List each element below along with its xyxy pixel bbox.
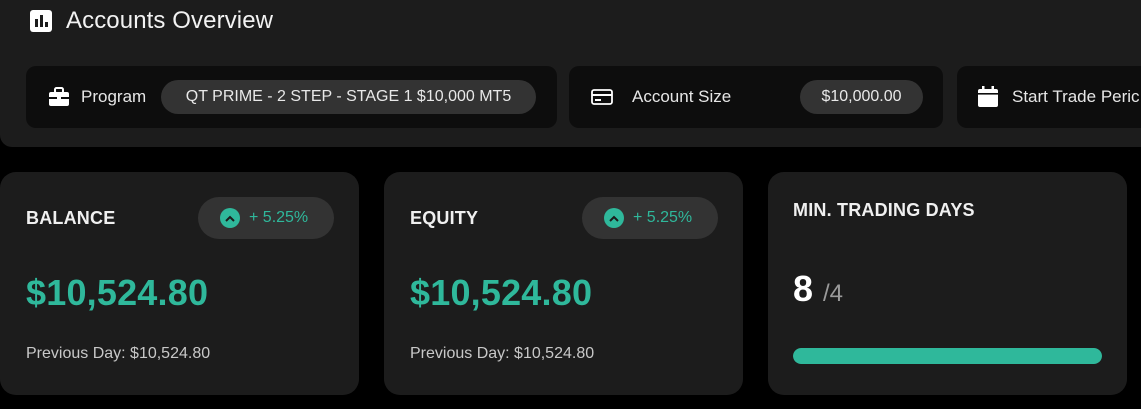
balance-previous-day: Previous Day: $10,524.80 bbox=[26, 345, 211, 362]
briefcase-icon bbox=[49, 87, 69, 106]
credit-card-icon bbox=[591, 89, 613, 105]
equity-value: $10,524.80 bbox=[410, 272, 593, 313]
bar-chart-icon bbox=[30, 10, 52, 32]
trading-days-progress-fill bbox=[793, 348, 1102, 364]
chevron-up-icon bbox=[604, 208, 624, 228]
balance-label: BALANCE bbox=[26, 208, 116, 228]
start-trade-period-card: Start Trade Peric bbox=[957, 66, 1141, 128]
program-value-pill: QT PRIME - 2 STEP - STAGE 1 $10,000 MT5 bbox=[161, 80, 536, 114]
min-trading-days-label: MIN. TRADING DAYS bbox=[793, 200, 975, 220]
program-card: Program QT PRIME - 2 STEP - STAGE 1 $10,… bbox=[26, 66, 557, 128]
accounts-overview-panel: Accounts Overview Program QT PRIME - 2 S… bbox=[0, 0, 1141, 147]
trading-days-required: /4 bbox=[823, 280, 844, 307]
chevron-up-icon bbox=[220, 208, 240, 228]
equity-label: EQUITY bbox=[410, 208, 479, 228]
trading-days-progress-bar bbox=[793, 348, 1102, 364]
balance-value: $10,524.80 bbox=[26, 272, 209, 313]
program-label: Program bbox=[81, 87, 147, 106]
page-title: Accounts Overview bbox=[66, 7, 274, 34]
trading-days-current: 8 bbox=[793, 268, 814, 309]
start-trade-period-label: Start Trade Peric bbox=[1012, 87, 1140, 106]
equity-change-value: + 5.25% bbox=[633, 209, 693, 226]
account-size-label: Account Size bbox=[632, 87, 732, 106]
calendar-icon bbox=[978, 86, 998, 107]
account-size-card: Account Size $10,000.00 bbox=[569, 66, 943, 128]
account-size-value-pill: $10,000.00 bbox=[800, 80, 923, 114]
overview-header: Accounts Overview bbox=[30, 6, 273, 36]
balance-change-value: + 5.25% bbox=[249, 209, 309, 226]
equity-change-badge: + 5.25% bbox=[582, 197, 718, 239]
equity-previous-day: Previous Day: $10,524.80 bbox=[410, 345, 595, 362]
balance-change-badge: + 5.25% bbox=[198, 197, 334, 239]
